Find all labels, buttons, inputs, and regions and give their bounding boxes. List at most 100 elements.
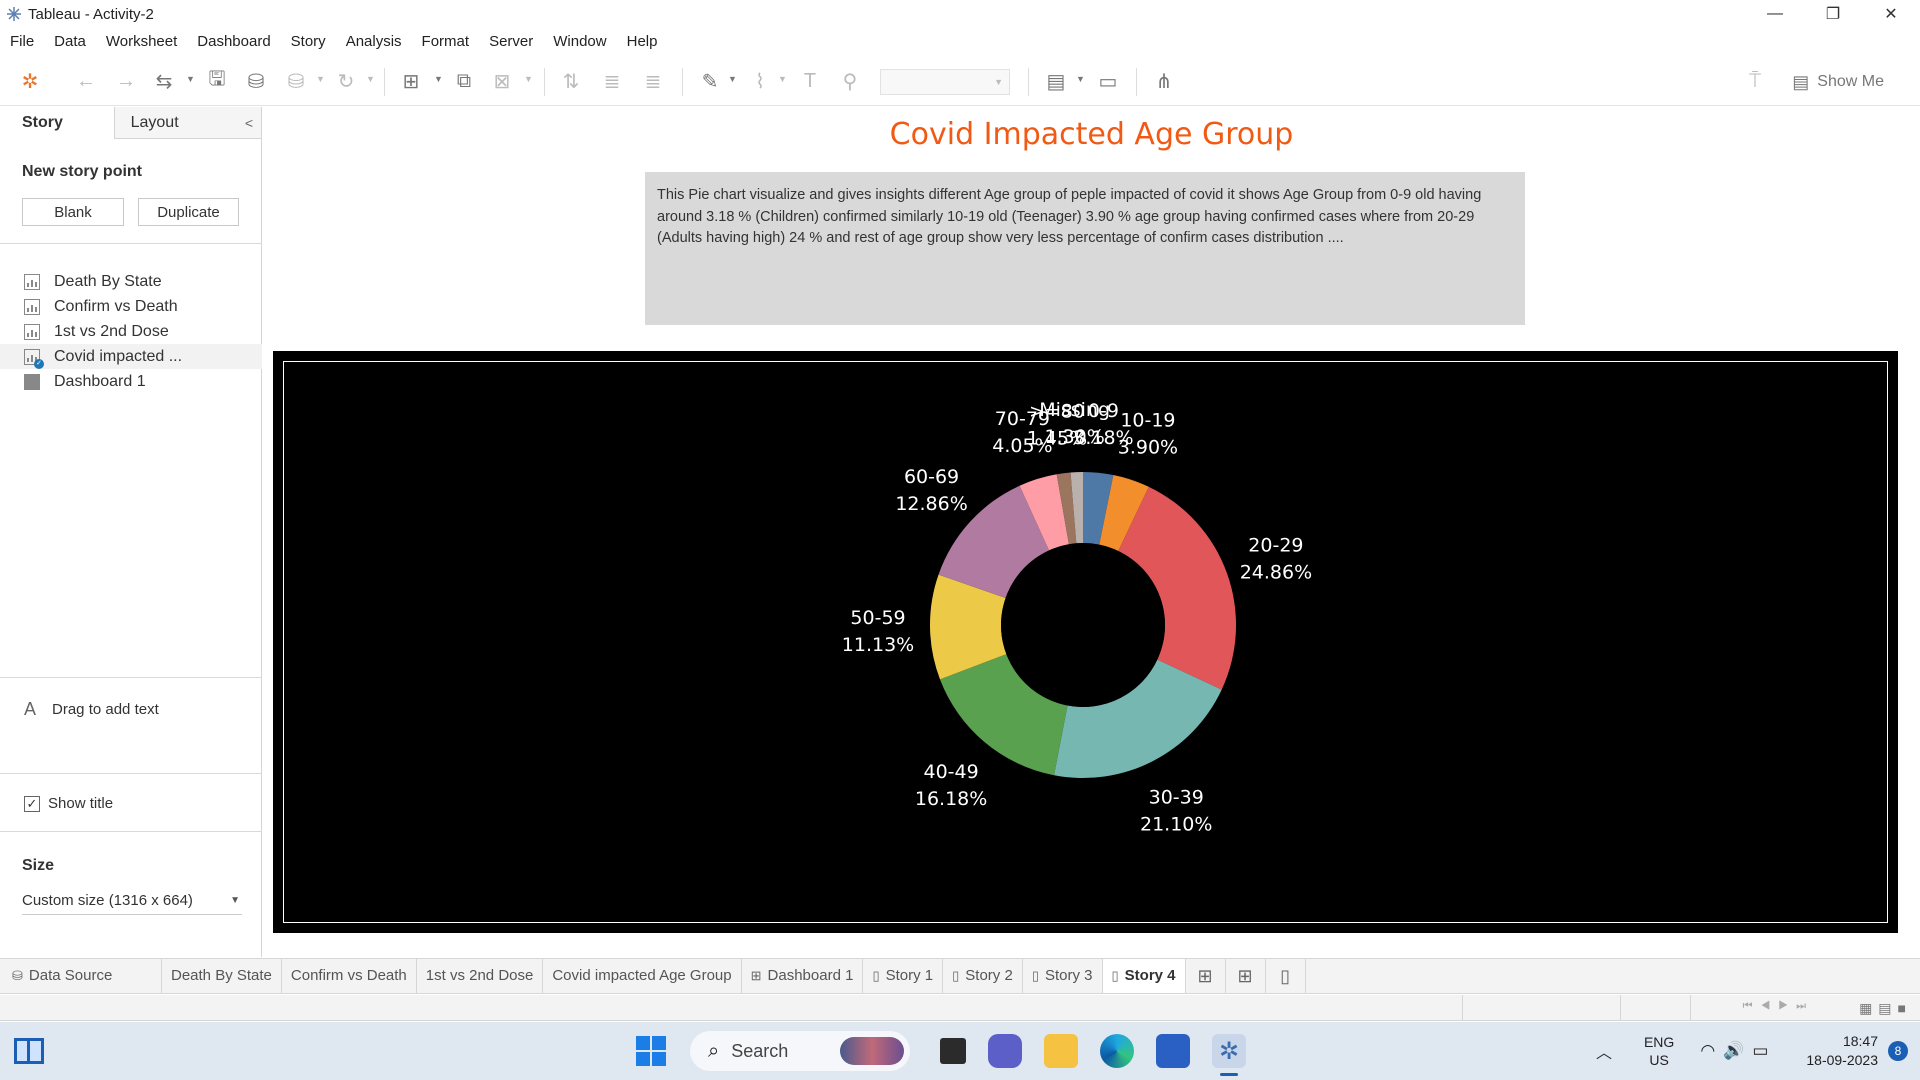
refresh-icon[interactable]: ↻ — [334, 69, 358, 93]
new-worksheet-icon[interactable]: ⊞ — [399, 69, 423, 93]
dropdown-caret-icon[interactable]: ▼ — [778, 74, 787, 84]
new-data-source-icon[interactable]: ⛁ — [244, 69, 268, 93]
sheet-tab[interactable]: Confirm vs Death — [282, 959, 417, 993]
task-view-icon[interactable] — [940, 1038, 966, 1064]
wifi-volume-battery-icons[interactable]: ◠🔊▭ — [1700, 1041, 1776, 1061]
show-cards-icon[interactable]: ▤ — [1044, 69, 1068, 93]
story-point-item[interactable]: Dashboard 1 — [0, 369, 262, 394]
sheet-tab-story[interactable]: ▯ Story 2 — [943, 959, 1023, 993]
redo-icon[interactable]: → — [114, 69, 138, 93]
new-story-tab-icon[interactable]: ▯ — [1266, 959, 1306, 993]
story-side-panel: Story Layout < New story point Blank Dup… — [0, 107, 262, 957]
sheet-nav-arrows-icon[interactable]: ⏮◀▶⏭ — [1743, 1000, 1814, 1013]
story-canvas: Covid Impacted Age Group This Pie chart … — [263, 107, 1920, 957]
sheet-tab-label: 1st vs 2nd Dose — [425, 967, 534, 984]
menu-window[interactable]: Window — [543, 28, 616, 56]
story-point-item[interactable]: Death By State — [0, 269, 262, 294]
clear-sheet-icon[interactable]: ⊠ — [490, 69, 514, 93]
duplicate-sheet-icon[interactable]: ⧉ — [452, 69, 476, 93]
input-language[interactable]: ENG US — [1644, 1033, 1674, 1069]
fit-select[interactable]: ▼ — [880, 69, 1010, 95]
sheet-view-mode-icons[interactable]: ▦▤■ — [1859, 1000, 1912, 1017]
windows-start-icon[interactable] — [636, 1036, 666, 1066]
blank-button[interactable]: Blank — [22, 198, 124, 226]
show-hidden-icons-chevron-icon[interactable]: ︿ — [1596, 1039, 1612, 1063]
panel-divider — [0, 773, 262, 774]
sheet-tab-story[interactable]: ▯ Story 3 — [1023, 959, 1103, 993]
pause-updates-icon[interactable]: ⛁ — [284, 69, 308, 93]
edge-browser-icon[interactable] — [1100, 1034, 1134, 1068]
menu-story[interactable]: Story — [281, 28, 336, 56]
collapse-panel-icon[interactable]: < — [245, 115, 253, 131]
dropdown-caret-icon[interactable]: ▼ — [524, 74, 533, 84]
microsoft-store-icon[interactable] — [1156, 1034, 1190, 1068]
story-point-item[interactable]: 1st vs 2nd Dose — [0, 319, 262, 344]
group-members-icon[interactable]: ⌇ — [748, 69, 772, 93]
tab-layout[interactable]: Layout — [114, 107, 261, 139]
duplicate-button[interactable]: Duplicate — [138, 198, 239, 226]
format-painter-icon[interactable]: ⍑ — [1743, 69, 1767, 93]
dropdown-caret-icon[interactable]: ▼ — [186, 74, 195, 84]
show-title-toggle[interactable]: ✓ Show title — [24, 795, 113, 812]
size-select[interactable]: Custom size (1316 x 664) ▼ — [22, 889, 242, 915]
close-button[interactable]: ✕ — [1862, 0, 1920, 28]
show-mark-labels-icon[interactable]: T — [798, 69, 822, 93]
restore-button[interactable]: ❐ — [1804, 0, 1862, 28]
clock[interactable]: 18:47 18-09-2023 — [1806, 1032, 1878, 1070]
sort-ascending-icon[interactable]: ≣ — [600, 69, 624, 93]
swap-rows-columns-icon[interactable]: ⇅ — [559, 69, 583, 93]
drag-to-add-text[interactable]: A Drag to add text — [24, 699, 159, 720]
taskbar-search[interactable]: ⌕ Search — [690, 1031, 910, 1071]
sheet-tab[interactable]: Covid impacted Age Group — [543, 959, 742, 993]
menu-server[interactable]: Server — [479, 28, 543, 56]
teams-chat-icon[interactable] — [988, 1034, 1022, 1068]
new-dashboard-tab-icon[interactable]: ⊞ — [1226, 959, 1266, 993]
tab-story[interactable]: Story — [0, 107, 115, 139]
tab-data-source[interactable]: ⛁ Data Source — [0, 959, 162, 993]
file-explorer-icon[interactable] — [1044, 1034, 1078, 1068]
sheet-tab-story-active[interactable]: ▯ Story 4 — [1102, 959, 1186, 993]
tableau-start-icon[interactable]: ✲ — [18, 69, 42, 93]
menu-file[interactable]: File — [0, 28, 44, 56]
save-icon[interactable]: 🖫 — [205, 68, 229, 93]
share-icon[interactable]: ⋔ — [1152, 69, 1176, 93]
story-caption[interactable]: This Pie chart visualize and gives insig… — [645, 172, 1525, 325]
menu-data[interactable]: Data — [44, 28, 96, 56]
show-title-checkbox[interactable]: ✓ — [24, 795, 40, 812]
replace-data-source-icon[interactable]: ⇆ — [152, 69, 176, 93]
menu-worksheet[interactable]: Worksheet — [96, 28, 187, 56]
menu-dashboard[interactable]: Dashboard — [187, 28, 280, 56]
show-me-button[interactable]: ▤ Show Me — [1792, 69, 1884, 95]
new-worksheet-tab-icon[interactable]: ⊞ — [1186, 959, 1226, 993]
search-icon: ⌕ — [708, 1039, 720, 1062]
menu-help[interactable]: Help — [617, 28, 668, 56]
sheet-tab-label: Story 2 — [965, 967, 1013, 984]
fix-axes-icon[interactable]: ⚲ — [838, 69, 862, 93]
slice-category-label: 50-59 — [850, 607, 905, 629]
menu-format[interactable]: Format — [412, 28, 480, 56]
sheet-tab[interactable]: Death By State — [162, 959, 282, 993]
sheet-tab-story[interactable]: ▯ Story 1 — [863, 959, 944, 993]
sheet-tab[interactable]: 1st vs 2nd Dose — [417, 959, 544, 993]
story-point-item-selected[interactable]: ✓ Covid impacted ... — [0, 344, 262, 369]
slice-percent-label: 1.30% — [1044, 426, 1104, 448]
dropdown-caret-icon[interactable]: ▼ — [434, 74, 443, 84]
sort-descending-icon[interactable]: ≣ — [641, 69, 665, 93]
widgets-icon[interactable] — [14, 1038, 44, 1064]
notification-badge[interactable]: 8 — [1888, 1041, 1908, 1061]
donut-hole — [1001, 543, 1165, 707]
dropdown-caret-icon[interactable]: ▼ — [316, 74, 325, 84]
dropdown-caret-icon[interactable]: ▼ — [1076, 74, 1085, 84]
tableau-taskbar-icon[interactable]: ✲ — [1212, 1034, 1246, 1076]
minimize-button[interactable]: — — [1746, 0, 1804, 28]
highlight-icon[interactable]: ✎ — [698, 69, 722, 93]
menu-analysis[interactable]: Analysis — [336, 28, 412, 56]
undo-icon[interactable]: ← — [74, 69, 98, 93]
sheet-tab-dashboard[interactable]: ⊞ Dashboard 1 — [742, 959, 864, 993]
menu-bar: File Data Worksheet Dashboard Story Anal… — [0, 28, 1920, 56]
dropdown-caret-icon[interactable]: ▼ — [728, 74, 737, 84]
chevron-down-icon: ▼ — [230, 895, 240, 906]
story-point-item[interactable]: Confirm vs Death — [0, 294, 262, 319]
dropdown-caret-icon[interactable]: ▼ — [366, 74, 375, 84]
presentation-mode-icon[interactable]: ▭ — [1096, 69, 1120, 93]
